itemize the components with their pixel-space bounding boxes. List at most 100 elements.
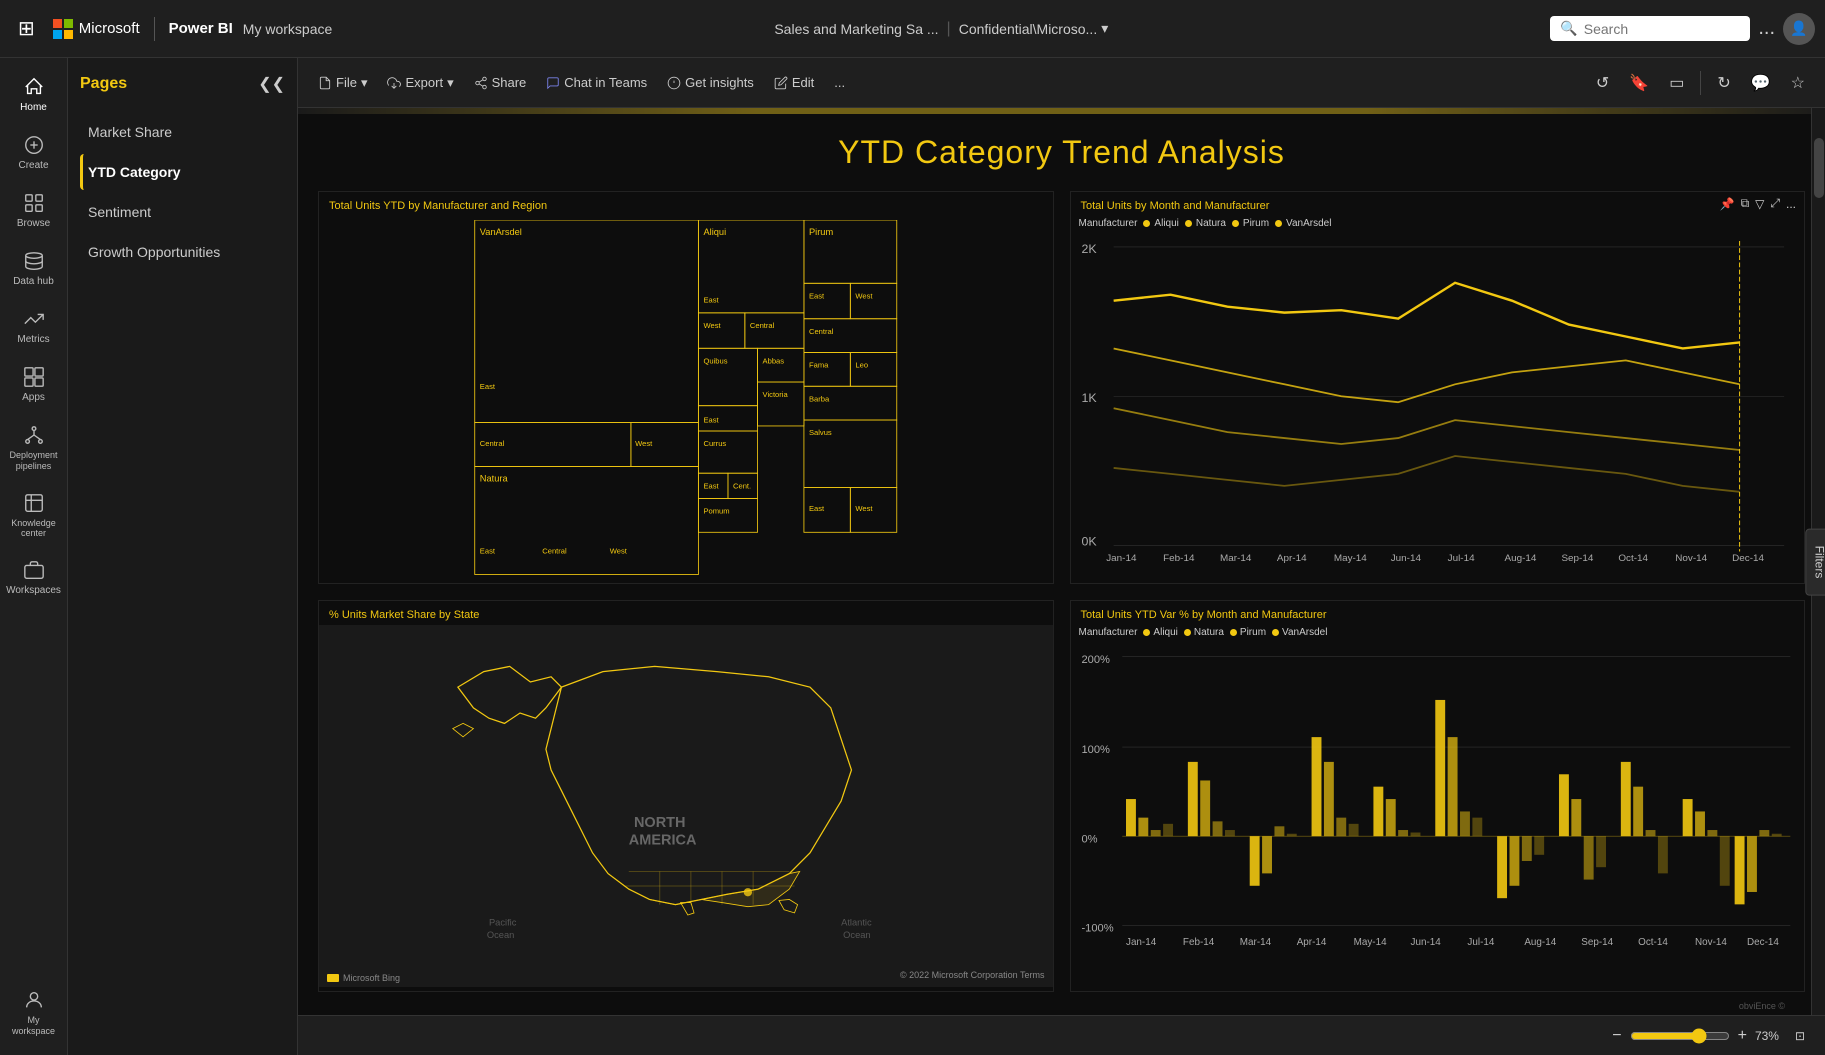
treemap-title: Total Units YTD by Manufacturer and Regi…: [319, 192, 1053, 216]
svg-text:East: East: [809, 291, 825, 300]
svg-text:Oct-14: Oct-14: [1618, 553, 1648, 563]
barchart-panel[interactable]: Total Units YTD Var % by Month and Manuf…: [1070, 600, 1806, 993]
bookmark-button[interactable]: 🔖: [1621, 67, 1657, 99]
powerbi-logo-text: Power BI: [169, 20, 233, 37]
svg-text:Mar-14: Mar-14: [1239, 937, 1271, 948]
svg-text:AMERICA: AMERICA: [629, 832, 697, 848]
format-button[interactable]: ▭: [1661, 67, 1692, 99]
refresh-button[interactable]: ↻: [1709, 67, 1738, 99]
svg-text:Aug-14: Aug-14: [1524, 937, 1556, 948]
undo-button[interactable]: ↺: [1588, 67, 1617, 99]
bar-legend-vanarsdel: VanArsdel: [1272, 627, 1327, 638]
sidebar-pipelines-label: Deployment pipelines: [8, 450, 60, 472]
sidebar-item-metrics[interactable]: Metrics: [4, 300, 64, 354]
chart-copy-icon[interactable]: ⧉: [1741, 196, 1750, 211]
chart-filter-icon[interactable]: ▽: [1755, 197, 1764, 211]
svg-text:Nov-14: Nov-14: [1675, 553, 1707, 563]
svg-text:NORTH: NORTH: [634, 814, 686, 830]
sidebar-knowledge-label: Knowledge center: [8, 518, 60, 540]
svg-text:West: West: [855, 291, 873, 300]
svg-text:VanArsdel: VanArsdel: [480, 227, 522, 237]
svg-text:East: East: [809, 504, 825, 513]
svg-text:2K: 2K: [1081, 242, 1096, 256]
sidebar-item-knowledge[interactable]: Knowledge center: [4, 484, 64, 548]
treemap-svg: VanArsdel East Central West Natura: [323, 220, 1049, 575]
zoom-in-button[interactable]: +: [1738, 1027, 1747, 1045]
pages-panel: Pages ❮❮ Market Share YTD Category Senti…: [68, 58, 298, 1055]
svg-text:Quibus: Quibus: [703, 356, 727, 365]
page-item-marketshare[interactable]: Market Share: [80, 114, 285, 150]
file-button[interactable]: File ▾: [310, 69, 375, 97]
map-attribution: Microsoft Bing: [343, 973, 400, 983]
svg-text:May-14: May-14: [1333, 553, 1367, 563]
svg-text:West: West: [610, 546, 628, 555]
sidebar-item-workspaces[interactable]: Workspaces: [4, 551, 64, 605]
fit-to-screen-button[interactable]: ⊡: [1795, 1029, 1805, 1043]
map-panel[interactable]: % Units Market Share by State: [318, 600, 1054, 993]
sidebar-item-apps[interactable]: Apps: [4, 358, 64, 412]
more-options-button[interactable]: ...: [1758, 17, 1775, 40]
sidebar-workspaces-label: Workspaces: [6, 585, 61, 597]
share-button[interactable]: Share: [466, 69, 535, 96]
svg-text:Currus: Currus: [703, 439, 726, 448]
chart-pin-icon[interactable]: 📌: [1720, 197, 1735, 211]
linechart-panel[interactable]: Total Units by Month and Manufacturer Ma…: [1070, 191, 1806, 584]
treemap-panel[interactable]: Total Units YTD by Manufacturer and Regi…: [318, 191, 1054, 584]
svg-text:East: East: [480, 382, 496, 391]
export-button[interactable]: Export ▾: [379, 69, 461, 97]
linechart-legend-header: Manufacturer: [1079, 218, 1138, 229]
sidebar-datahub-label: Data hub: [13, 276, 54, 288]
search-input[interactable]: [1584, 21, 1734, 37]
chart-more-icon[interactable]: ...: [1786, 197, 1796, 211]
workspace-text[interactable]: My workspace: [243, 21, 332, 37]
scrollbar-thumb[interactable]: [1814, 138, 1824, 198]
sidebar-item-home[interactable]: Home: [4, 68, 64, 122]
zoom-slider[interactable]: [1630, 1028, 1730, 1044]
collapse-pages-button[interactable]: ❮❮: [258, 74, 285, 94]
toolbar-more-button[interactable]: ...: [826, 69, 853, 96]
svg-text:May-14: May-14: [1353, 937, 1386, 948]
sidebar-item-pipelines[interactable]: Deployment pipelines: [4, 416, 64, 480]
comment-button[interactable]: 💬: [1743, 67, 1779, 99]
avatar[interactable]: 👤: [1783, 13, 1815, 45]
bar-legend-natura: Natura: [1184, 627, 1224, 638]
svg-text:Central: Central: [542, 546, 567, 555]
zoom-out-button[interactable]: −: [1612, 1027, 1621, 1045]
waffle-menu-icon[interactable]: ⊞: [10, 16, 43, 41]
legend-pirum: Pirum: [1232, 218, 1269, 229]
sidebar-item-browse[interactable]: Browse: [4, 184, 64, 238]
sensitivity-label[interactable]: Confidential\Microso... ▾: [959, 20, 1109, 37]
svg-text:Mar-14: Mar-14: [1220, 553, 1252, 563]
page-item-ytdcategory[interactable]: YTD Category: [80, 154, 285, 190]
chat-in-teams-button[interactable]: Chat in Teams: [538, 69, 655, 96]
svg-text:Jan-14: Jan-14: [1106, 553, 1137, 563]
sidebar-home-label: Home: [20, 102, 47, 114]
ms-logo: Microsoft: [53, 19, 140, 39]
sidebar-item-datahub[interactable]: Data hub: [4, 242, 64, 296]
svg-text:Nov-14: Nov-14: [1695, 937, 1727, 948]
svg-text:Dec-14: Dec-14: [1747, 937, 1779, 948]
sidebar-item-create[interactable]: Create: [4, 126, 64, 180]
barchart-legend-header: Manufacturer: [1079, 627, 1138, 638]
favorite-button[interactable]: ☆: [1783, 67, 1813, 99]
sidebar-item-myworkspace[interactable]: My workspace: [4, 981, 64, 1045]
report-title-area: Sales and Marketing Sa ... | Confidentia…: [342, 20, 1540, 38]
get-insights-button[interactable]: Get insights: [659, 69, 762, 96]
chart-expand-icon[interactable]: ⤢: [1770, 196, 1780, 211]
zoom-level-label: 73%: [1755, 1029, 1787, 1043]
svg-text:Cent.: Cent.: [733, 481, 751, 490]
edit-button[interactable]: Edit: [766, 69, 822, 96]
svg-text:East: East: [703, 481, 719, 490]
svg-text:Abbas: Abbas: [763, 356, 785, 365]
page-item-growthopps[interactable]: Growth Opportunities: [80, 234, 285, 270]
page-item-sentiment[interactable]: Sentiment: [80, 194, 285, 230]
filters-tab[interactable]: Filters: [1806, 528, 1825, 595]
svg-text:Aliqui: Aliqui: [703, 227, 726, 237]
report-area: File ▾ Export ▾ Share Chat in Teams Get …: [298, 58, 1825, 1055]
svg-text:West: West: [635, 439, 653, 448]
map-title: % Units Market Share by State: [319, 601, 1053, 625]
divider: [154, 17, 155, 41]
svg-text:Central: Central: [809, 327, 834, 336]
search-box[interactable]: 🔍: [1550, 16, 1750, 41]
ms-logo-squares: [53, 19, 73, 39]
